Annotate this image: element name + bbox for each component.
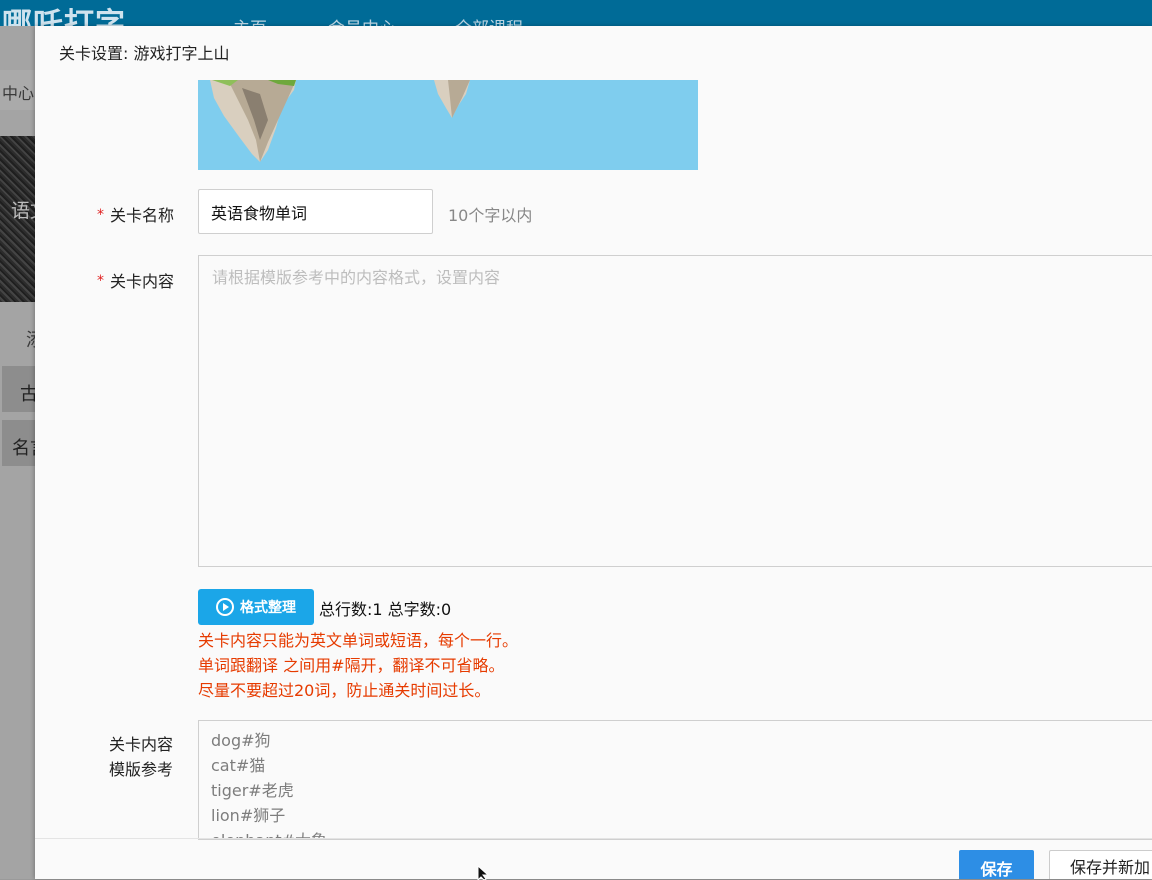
level-content-label-text: 关卡内容	[110, 272, 175, 291]
level-content-textarea[interactable]	[198, 255, 1152, 567]
template-line: dog#狗	[211, 731, 271, 750]
rule-line: 单词跟翻译 之间用#隔开，翻译不可省略。	[198, 656, 505, 675]
format-button-label: 格式整理	[240, 600, 296, 616]
nav-all-courses[interactable]: 全部课程	[455, 14, 523, 26]
level-preview-image	[198, 80, 698, 170]
content-stats: 总行数:1 总字数:0	[319, 600, 452, 619]
level-settings-dialog: 关卡设置: 游戏打字上山 * 关卡名称 10个字以内 * 关卡内容 格式整理 总行数…	[35, 26, 1152, 879]
level-name-label-text: 关卡名称	[110, 206, 175, 225]
required-mark: *	[97, 207, 104, 223]
level-content-label: * 关卡内容	[97, 268, 174, 292]
level-name-label: * 关卡名称	[97, 202, 174, 226]
nav-member-center[interactable]: 会员中心	[328, 14, 396, 26]
rule-line: 尽量不要超过20词，防止通关时间过长。	[198, 681, 491, 700]
template-reference-box[interactable]: dog#狗 cat#猫 tiger#老虎 lion#狮子 elephant#大象	[198, 720, 1152, 840]
nav-home[interactable]: 主页	[233, 14, 267, 26]
site-logo: 哪吒打字	[2, 7, 126, 27]
save-and-new-button[interactable]: 保存并新加	[1049, 850, 1152, 879]
footer-divider	[35, 838, 1152, 839]
play-circle-icon	[216, 598, 234, 616]
floating-islands-illustration	[198, 80, 698, 170]
level-name-input[interactable]	[198, 189, 433, 234]
save-button[interactable]: 保存	[959, 850, 1034, 879]
breadcrumb[interactable]: 中心	[2, 80, 34, 104]
level-name-hint: 10个字以内	[448, 206, 533, 225]
template-label: 关卡内容 模版参考	[109, 732, 173, 782]
mouse-cursor-icon	[477, 866, 490, 880]
site-header: 哪吒打字 主页 会员中心 全部课程	[0, 0, 1152, 26]
template-line: lion#狮子	[211, 806, 286, 825]
template-line: cat#猫	[211, 756, 266, 775]
template-label-line: 关卡内容	[109, 735, 174, 754]
content-rules: 关卡内容只能为英文单词或短语，每个一行。 单词跟翻译 之间用#隔开，翻译不可省略…	[198, 628, 518, 703]
dialog-title: 关卡设置: 游戏打字上山	[59, 44, 230, 63]
required-mark: *	[97, 273, 104, 289]
template-label-line: 模版参考	[109, 760, 174, 779]
template-line: tiger#老虎	[211, 781, 294, 800]
rule-line: 关卡内容只能为英文单词或短语，每个一行。	[198, 631, 519, 650]
format-button[interactable]: 格式整理	[198, 589, 314, 625]
